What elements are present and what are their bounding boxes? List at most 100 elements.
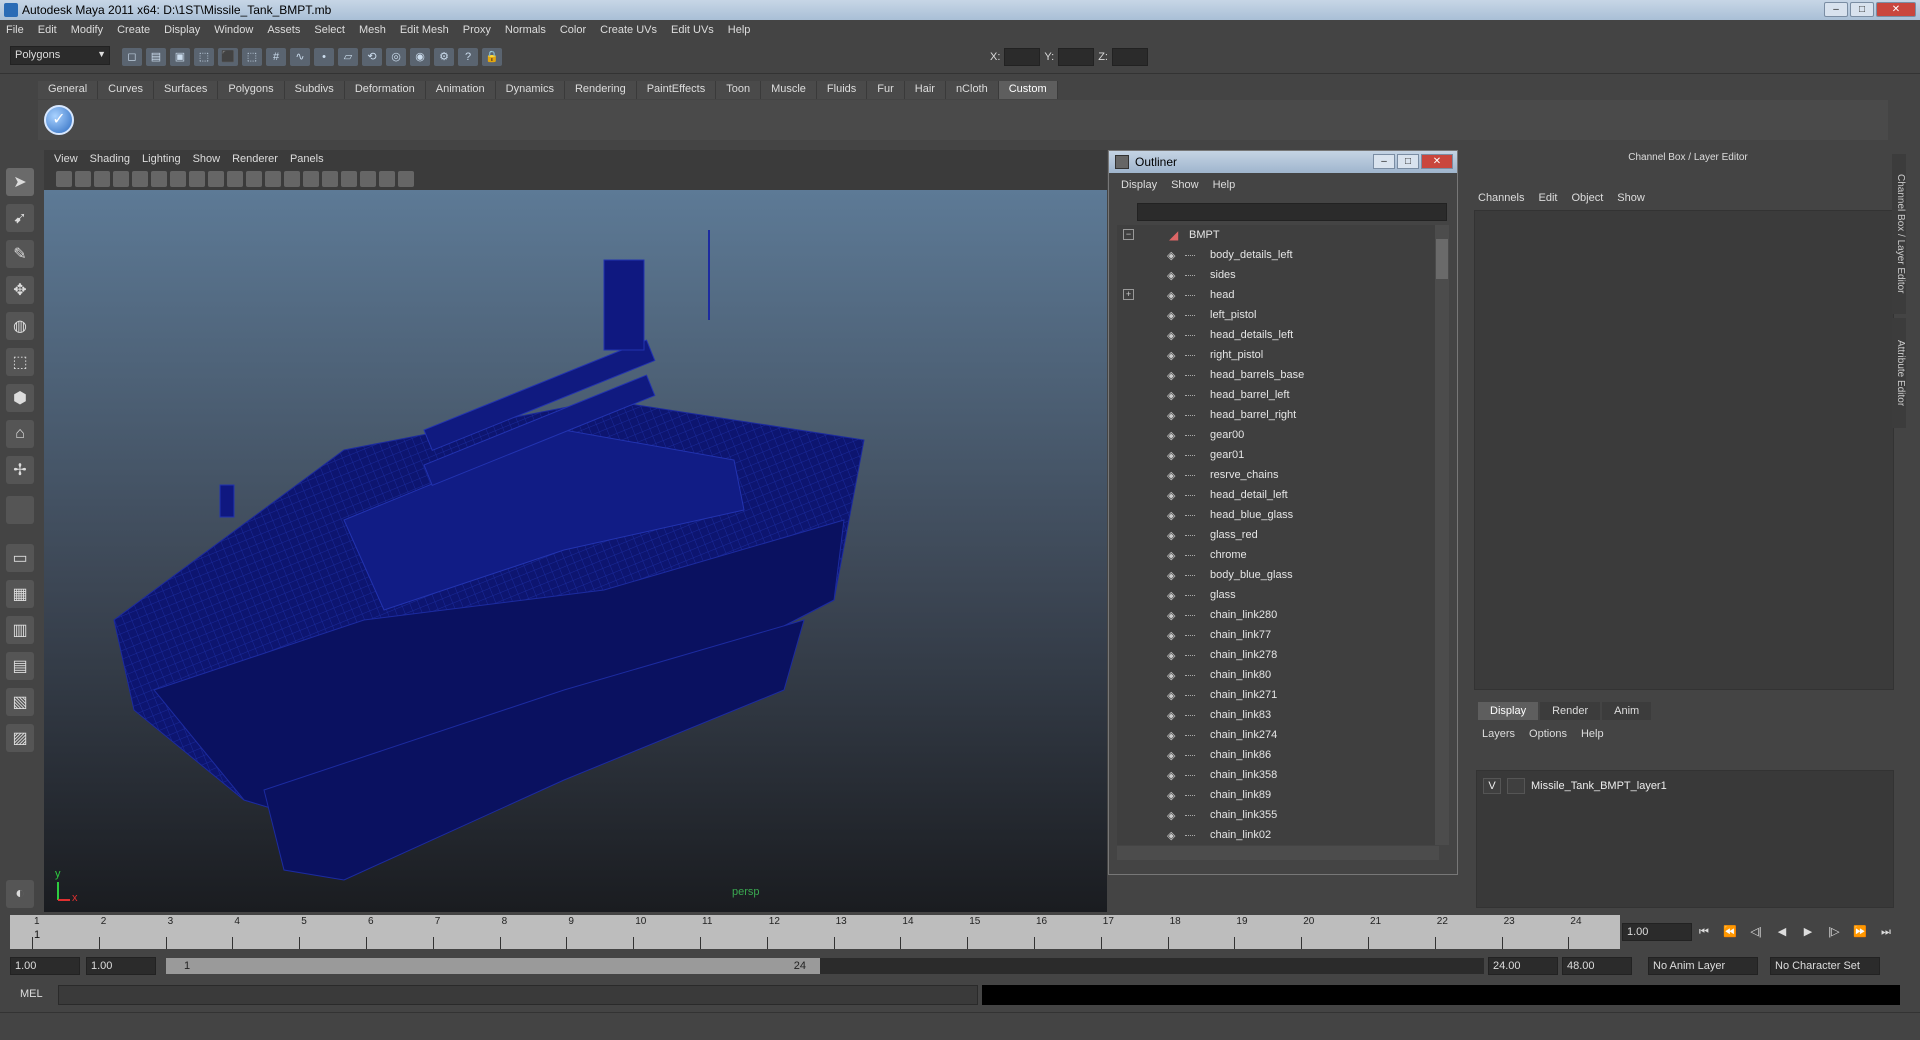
go-to-start-icon[interactable]: ⏮ bbox=[1694, 923, 1714, 941]
outliner-root-item[interactable]: − ◢ BMPT bbox=[1117, 225, 1439, 245]
help-icon[interactable]: ? bbox=[458, 48, 478, 66]
x-field[interactable] bbox=[1004, 48, 1041, 66]
maximize-button[interactable]: □ bbox=[1850, 2, 1874, 17]
menu-file[interactable]: File bbox=[6, 24, 24, 36]
collapse-icon[interactable]: − bbox=[1123, 229, 1134, 240]
check-mark-icon[interactable]: ✓ bbox=[44, 105, 74, 135]
layer-tab-render[interactable]: Render bbox=[1540, 702, 1601, 720]
menu-create-uvs[interactable]: Create UVs bbox=[600, 24, 657, 36]
open-scene-icon[interactable]: ▤ bbox=[146, 48, 166, 66]
vp-menu-view[interactable]: View bbox=[54, 153, 78, 165]
menu-modify[interactable]: Modify bbox=[71, 24, 103, 36]
snap-point-icon[interactable]: • bbox=[314, 48, 334, 66]
shelf-tab-dynamics[interactable]: Dynamics bbox=[495, 81, 565, 99]
menu-edit[interactable]: Edit bbox=[38, 24, 57, 36]
last-tool-icon[interactable] bbox=[6, 496, 34, 524]
close-button[interactable]: ✕ bbox=[1876, 2, 1916, 17]
outliner-titlebar[interactable]: Outliner – □ ✕ bbox=[1109, 151, 1457, 173]
outliner-item[interactable]: ◈ chain_link355 bbox=[1117, 805, 1439, 825]
shelf-tab-toon[interactable]: Toon bbox=[716, 81, 762, 99]
wireframe-icon[interactable] bbox=[246, 171, 262, 187]
outliner-item[interactable]: ◈ glass bbox=[1117, 585, 1439, 605]
xray-icon[interactable] bbox=[379, 171, 395, 187]
outliner-item[interactable]: ◈ head_details_left bbox=[1117, 325, 1439, 345]
outliner-item[interactable]: ◈ chain_link89 bbox=[1117, 785, 1439, 805]
play-forward-icon[interactable]: ▶ bbox=[1798, 923, 1818, 941]
outliner-item[interactable]: ◈ resrve_chains bbox=[1117, 465, 1439, 485]
hypershade-layout-icon[interactable]: ▧ bbox=[6, 688, 34, 716]
menu-color[interactable]: Color bbox=[560, 24, 586, 36]
render-settings-icon[interactable]: ⚙ bbox=[434, 48, 454, 66]
outliner-close-button[interactable]: ✕ bbox=[1421, 154, 1453, 169]
isolate-select-icon[interactable] bbox=[360, 171, 376, 187]
camera-attributes-icon[interactable] bbox=[75, 171, 91, 187]
layer-menu-layers[interactable]: Layers bbox=[1482, 728, 1515, 740]
shelf-tab-painteffects[interactable]: PaintEffects bbox=[636, 81, 717, 99]
character-set-dropdown[interactable]: No Character Set bbox=[1770, 957, 1880, 975]
shelf-tab-rendering[interactable]: Rendering bbox=[564, 81, 637, 99]
minimize-button[interactable]: – bbox=[1824, 2, 1848, 17]
layer-type-toggle[interactable] bbox=[1507, 778, 1525, 794]
menu-proxy[interactable]: Proxy bbox=[463, 24, 491, 36]
current-time-field[interactable]: 1.00 bbox=[1622, 923, 1692, 941]
field-chart-icon[interactable] bbox=[208, 171, 224, 187]
outliner-item[interactable]: ◈ chain_link86 bbox=[1117, 745, 1439, 765]
shelf-tab-hair[interactable]: Hair bbox=[904, 81, 946, 99]
snap-curve-icon[interactable]: ∿ bbox=[290, 48, 310, 66]
time-slider[interactable]: 1 1 2 3 4 5 6 7 8 9 10 11 12 13 14 15 16 17 18 19 20 21 22 23 2… bbox=[10, 915, 1620, 949]
four-view-layout-icon[interactable]: ▦ bbox=[6, 580, 34, 608]
outliner-item[interactable]: ◈ chain_link80 bbox=[1117, 665, 1439, 685]
vp-menu-lighting[interactable]: Lighting bbox=[142, 153, 181, 165]
image-plane-icon[interactable] bbox=[113, 171, 129, 187]
outliner-item[interactable]: ◈ chain_link271 bbox=[1117, 685, 1439, 705]
shelf-tab-custom[interactable]: Custom bbox=[998, 81, 1058, 99]
show-manipulator-icon[interactable]: ✢ bbox=[6, 456, 34, 484]
help-sheet-icon[interactable]: ◐ bbox=[6, 880, 34, 908]
anim-layer-dropdown[interactable]: No Anim Layer bbox=[1648, 957, 1758, 975]
outliner-minimize-button[interactable]: – bbox=[1373, 154, 1395, 169]
shelf-tab-polygons[interactable]: Polygons bbox=[218, 81, 285, 99]
cb-menu-show[interactable]: Show bbox=[1617, 192, 1645, 204]
paint-select-icon[interactable]: ✎ bbox=[6, 240, 34, 268]
ipr-render-icon[interactable]: ◉ bbox=[410, 48, 430, 66]
outliner-item[interactable]: ◈ left_pistol bbox=[1117, 305, 1439, 325]
y-field[interactable] bbox=[1058, 48, 1095, 66]
outliner-item[interactable]: ◈ gear01 bbox=[1117, 445, 1439, 465]
go-to-end-icon[interactable]: ⏭ bbox=[1876, 923, 1896, 941]
outliner-item[interactable]: ◈ head_blue_glass bbox=[1117, 505, 1439, 525]
step-forward-key-icon[interactable]: ⏩ bbox=[1850, 923, 1870, 941]
layer-tab-display[interactable]: Display bbox=[1478, 702, 1539, 720]
shelf-tab-deformation[interactable]: Deformation bbox=[344, 81, 426, 99]
outliner-item[interactable]: ◈ chain_link274 bbox=[1117, 725, 1439, 745]
range-slider-handle[interactable]: 1 24 bbox=[166, 958, 820, 974]
select-object-icon[interactable]: ⬛ bbox=[218, 48, 238, 66]
vp-menu-renderer[interactable]: Renderer bbox=[232, 153, 278, 165]
cb-menu-channels[interactable]: Channels bbox=[1478, 192, 1524, 204]
cb-menu-edit[interactable]: Edit bbox=[1538, 192, 1557, 204]
layer-visibility-toggle[interactable]: V bbox=[1483, 778, 1501, 794]
side-tab-channel-box[interactable]: Channel Box / Layer Editor bbox=[1892, 154, 1906, 314]
step-back-key-icon[interactable]: ⏪ bbox=[1720, 923, 1740, 941]
rotate-tool-icon[interactable]: ◍ bbox=[6, 312, 34, 340]
outliner-item[interactable]: ◈ right_pistol bbox=[1117, 345, 1439, 365]
layer-menu-help[interactable]: Help bbox=[1581, 728, 1604, 740]
manipulator-tool-icon[interactable]: ⬢ bbox=[6, 384, 34, 412]
select-component-icon[interactable]: ⬚ bbox=[242, 48, 262, 66]
step-forward-frame-icon[interactable]: |▷ bbox=[1824, 923, 1844, 941]
menu-edit-mesh[interactable]: Edit Mesh bbox=[400, 24, 449, 36]
render-frame-icon[interactable]: ◎ bbox=[386, 48, 406, 66]
outliner-hscrollbar[interactable] bbox=[1117, 846, 1439, 860]
menu-assets[interactable]: Assets bbox=[267, 24, 300, 36]
side-tab-attribute-editor[interactable]: Attribute Editor bbox=[1892, 318, 1906, 428]
shadows-icon[interactable] bbox=[341, 171, 357, 187]
outliner-menu-display[interactable]: Display bbox=[1121, 179, 1157, 197]
outliner-item[interactable]: ◈ head_barrels_base bbox=[1117, 365, 1439, 385]
z-field[interactable] bbox=[1111, 48, 1148, 66]
outliner-item[interactable]: ◈ chain_link280 bbox=[1117, 605, 1439, 625]
outliner-item[interactable]: ◈ chain_link278 bbox=[1117, 645, 1439, 665]
menu-help[interactable]: Help bbox=[728, 24, 751, 36]
vp-menu-panels[interactable]: Panels bbox=[290, 153, 324, 165]
outliner-layout-icon[interactable]: ▥ bbox=[6, 616, 34, 644]
layer-tab-anim[interactable]: Anim bbox=[1602, 702, 1652, 720]
outliner-item[interactable]: ◈ chrome bbox=[1117, 545, 1439, 565]
